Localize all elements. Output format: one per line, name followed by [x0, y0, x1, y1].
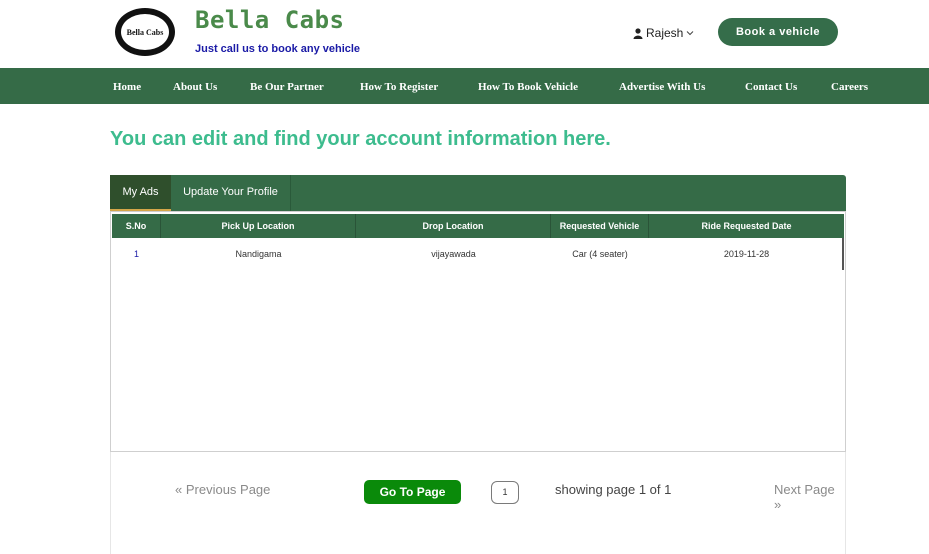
brand-tagline: Just call us to book any vehicle: [195, 43, 361, 55]
column-header-date: Ride Requested Date: [701, 221, 792, 231]
chevron-down-icon: [687, 31, 694, 36]
nav-item-how-to-book-vehicle[interactable]: How To Book Vehicle: [478, 68, 578, 104]
bella-cabs-logo[interactable]: Bella Cabs: [114, 6, 176, 58]
page-status: showing page 1 of 1: [555, 482, 672, 497]
column-header-drop: Drop Location: [356, 214, 551, 238]
table-header: S.No Pick Up Location Drop Location Requ…: [112, 214, 844, 238]
column-header-sno: S.No: [112, 214, 161, 238]
ads-table-panel: S.No Pick Up Location Drop Location Requ…: [110, 211, 846, 452]
tab-my-ads[interactable]: My Ads: [110, 175, 171, 211]
page-number-input[interactable]: 1: [491, 481, 519, 504]
cell-date: 2019-11-28: [723, 249, 770, 259]
cell-pickup: Nandigama: [235, 249, 282, 259]
site-header: Bella Cabs Bella Cabs Just call us to bo…: [0, 0, 929, 68]
scrollbar[interactable]: [842, 238, 844, 270]
brand-title: Bella Cabs: [195, 6, 345, 34]
page-title: You can edit and find your account infor…: [110, 128, 611, 150]
book-vehicle-button[interactable]: Book a vehicle: [718, 18, 838, 46]
go-to-page-button[interactable]: Go To Page: [364, 480, 461, 504]
nav-item-how-to-register[interactable]: How To Register: [360, 68, 438, 104]
nav-item-careers[interactable]: Careers: [831, 68, 868, 104]
cell-drop: vijayawada: [431, 249, 476, 259]
nav-item-home[interactable]: Home: [113, 68, 141, 104]
tab-update-profile[interactable]: Update Your Profile: [171, 175, 291, 211]
main-nav: Home About Us Be Our Partner How To Regi…: [0, 68, 929, 104]
account-tabs: My Ads Update Your Profile: [110, 175, 846, 211]
user-menu[interactable]: Rajesh: [633, 26, 694, 40]
cell-vehicle: Car (4 seater): [572, 249, 628, 259]
pagination: « Previous Page Go To Page 1 showing pag…: [110, 452, 846, 554]
user-name: Rajesh: [646, 26, 684, 40]
nav-item-about-us[interactable]: About Us: [173, 68, 217, 104]
user-icon: [633, 27, 643, 39]
column-header-vehicle: Requested Vehicle: [551, 214, 649, 238]
nav-item-contact-us[interactable]: Contact Us: [745, 68, 797, 104]
column-header-pickup: Pick Up Location: [161, 214, 356, 238]
nav-item-advertise-with-us[interactable]: Advertise With Us: [619, 68, 705, 104]
cell-sno: 1: [133, 249, 139, 259]
next-page-link[interactable]: Next Page »: [774, 482, 845, 512]
nav-item-be-our-partner[interactable]: Be Our Partner: [250, 68, 324, 104]
previous-page-link[interactable]: « Previous Page: [175, 482, 270, 497]
svg-text:Bella Cabs: Bella Cabs: [127, 28, 164, 37]
table-row[interactable]: 1 Nandigama vijayawada Car (4 seater) 20…: [112, 238, 844, 270]
